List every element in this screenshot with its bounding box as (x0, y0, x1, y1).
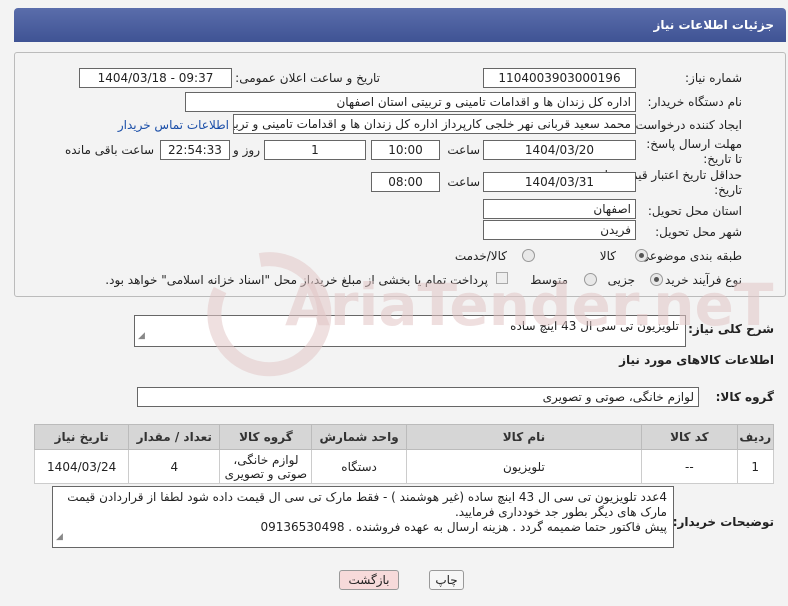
validity-date-field: 1404/03/31 (483, 172, 636, 192)
province-field: اصفهان (483, 199, 636, 219)
buyer-notes-label: توضیحات خریدار: (672, 515, 774, 529)
deadline-date-field: 1404/03/20 (483, 140, 636, 160)
process-medium-label: متوسط (530, 273, 568, 287)
page-title: جزئیات اطلاعات نیاز (653, 18, 774, 32)
category-goods-radio[interactable] (635, 249, 648, 262)
process-partial-radio[interactable] (650, 273, 663, 286)
province-label: استان محل تحویل: (647, 204, 742, 218)
col-row: ردیف (736, 424, 774, 450)
announce-field: 1404/03/18 - 09:37 (79, 68, 232, 88)
back-button[interactable]: بازگشت (339, 570, 399, 590)
buyer-contact-link[interactable]: اطلاعات تماس خریدار (118, 118, 229, 132)
remaining-label: ساعت باقی مانده (64, 143, 154, 157)
deadline-time-field: 10:00 (371, 140, 440, 160)
goods-section-title: اطلاعات کالاهای مورد نیاز (619, 353, 774, 367)
validity-time-label: ساعت (447, 175, 480, 189)
creator-field: محمد سعید قربانی نهر خلجی کارپرداز اداره… (233, 114, 636, 134)
process-label: نوع فرآیند خرید : (657, 273, 742, 287)
summary-text: تلویزیون تی سی ال 43 اینچ ساده (510, 319, 679, 333)
goods-table: ردیف کد کالا نام کالا واحد شمارش گروه کا… (33, 424, 774, 484)
cell-unit: دستگاه (311, 449, 407, 484)
goods-group-label: گروه کالا: (715, 390, 774, 404)
remaining-time-field: 22:54:33 (160, 140, 230, 160)
need-number-field: 1104003903000196 (483, 68, 636, 88)
buyer-notes-line1: 4عدد تلویزیون تی سی ال 43 اینچ ساده (غیر… (67, 490, 667, 504)
treasury-checkbox[interactable] (496, 272, 508, 284)
summary-textarea[interactable]: تلویزیون تی سی ال 43 اینچ ساده ◢ (134, 315, 686, 347)
cell-group: لوازم خانگی، صوتی و تصویری (219, 449, 313, 484)
buyer-org-label: نام دستگاه خریدار: (647, 95, 743, 109)
page-header: جزئیات اطلاعات نیاز (14, 8, 786, 42)
print-button[interactable]: چاپ (429, 570, 464, 590)
validity-time-field: 08:00 (371, 172, 440, 192)
category-goods-service-label: کالا/خدمت (454, 249, 507, 263)
category-goods-service-radio[interactable] (522, 249, 535, 262)
category-label: طبقه بندی موضوعی: (635, 249, 742, 263)
col-date: تاریخ نیاز (33, 424, 130, 450)
days-label: روز و (233, 143, 260, 157)
process-medium-radio[interactable] (584, 273, 597, 286)
table-row: 1 -- تلویزیون دستگاه لوازم خانگی، صوتی و… (33, 449, 774, 484)
process-partial-label: جزیی (607, 273, 635, 287)
creator-label: ایجاد کننده درخواست: (631, 118, 742, 132)
city-field: فریدن (483, 220, 636, 240)
goods-group-field: لوازم خانگی، صوتی و تصویری (137, 387, 699, 407)
col-name: نام کالا (405, 424, 643, 450)
summary-label: شرح کلی نیاز: (688, 322, 774, 336)
category-goods-label: کالا (599, 249, 616, 263)
cell-code: -- (641, 449, 738, 484)
cell-qty: 4 (128, 449, 221, 484)
col-group: گروه کالا (219, 424, 313, 450)
cell-name: تلویزیون (405, 449, 643, 484)
cell-date: 1404/03/24 (33, 449, 130, 484)
resize-grip-icon[interactable]: ◢ (138, 329, 145, 344)
table-header-row: ردیف کد کالا نام کالا واحد شمارش گروه کا… (33, 424, 774, 450)
cell-row: 1 (736, 449, 774, 484)
buyer-notes-line2: مارک های دیگر بطور جد خودداری فرمایید. (454, 505, 667, 519)
days-count-field: 1 (264, 140, 366, 160)
buyer-org-field: اداره کل زندان ها و اقدامات تامینی و ترب… (185, 92, 636, 112)
col-qty: تعداد / مقدار (128, 424, 221, 450)
deadline-time-label: ساعت (447, 143, 480, 157)
announce-label: تاریخ و ساعت اعلان عمومی: (235, 71, 380, 85)
city-label: شهر محل تحویل: (655, 225, 742, 239)
buyer-notes-textarea[interactable]: 4عدد تلویزیون تی سی ال 43 اینچ ساده (غیر… (52, 486, 674, 548)
buyer-notes-line3: پیش فاکتور حتما ضمیمه گردد . هزینه ارسال… (260, 520, 667, 534)
col-unit: واحد شمارش (311, 424, 407, 450)
resize-grip-icon[interactable]: ◢ (56, 530, 63, 545)
deadline-label: مهلت ارسال پاسخ: تا تاریخ: (646, 137, 742, 166)
process-note: پرداخت تمام یا بخشی از مبلغ خرید،از محل … (105, 273, 488, 287)
col-code: کد کالا (641, 424, 738, 450)
need-number-label: شماره نیاز: (685, 71, 742, 85)
